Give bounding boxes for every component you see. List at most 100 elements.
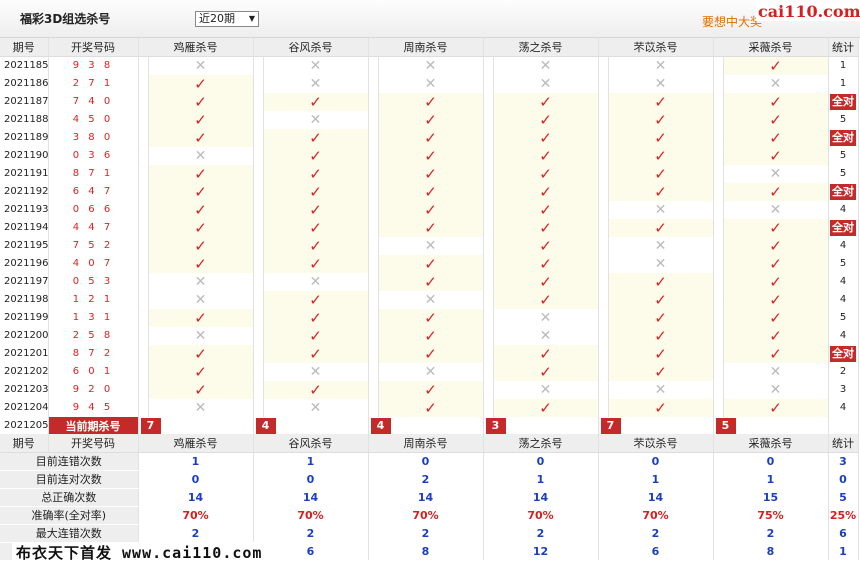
check-icon: ✓ <box>608 92 714 111</box>
kill-number-cell: 7 <box>368 308 379 327</box>
kill-number-cell: 8 <box>713 236 724 255</box>
kill-number-cell: 7 <box>713 398 724 417</box>
period-cell: 2021202 <box>0 362 49 381</box>
kill-number-cell: 7 <box>253 308 264 327</box>
check-icon: ✓ <box>148 308 254 327</box>
kill-number-cell: 4 <box>713 146 724 165</box>
kill-number-cell: 7 <box>253 380 264 399</box>
stat-cell: 全对 <box>828 92 859 111</box>
kill-number-cell: 5 <box>483 254 494 273</box>
check-icon: ✓ <box>148 362 254 381</box>
all-correct-badge: 全对 <box>830 129 856 146</box>
check-icon: ✓ <box>608 128 714 147</box>
stats-value: 2 <box>368 470 484 488</box>
draw-number-cell: 1 3 1 <box>48 308 139 327</box>
kill-number-cell: 9 <box>253 344 264 363</box>
kill-number-cell: 0 <box>253 326 264 345</box>
check-icon: ✓ <box>723 398 829 417</box>
cross-icon: ✕ <box>263 110 369 129</box>
check-icon: ✓ <box>493 200 599 219</box>
draw-number-cell: 7 5 2 <box>48 236 139 255</box>
kill-number-cell: 4 <box>598 344 609 363</box>
stat-count: 5 <box>839 258 847 269</box>
table-row: 20211964 0 72✓2✓2✓5✓0✕5✓5 <box>0 254 859 273</box>
kill-number-cell: 7 <box>253 128 264 147</box>
cross-icon: ✕ <box>148 56 254 75</box>
stat-cell: 4 <box>828 200 859 219</box>
check-icon: ✓ <box>263 218 369 237</box>
draw-number-cell: 2 7 1 <box>48 74 139 93</box>
col-header-period: 期号 <box>0 434 49 453</box>
cross-icon: ✕ <box>148 290 254 309</box>
check-icon: ✓ <box>378 308 484 327</box>
stat-count: 4 <box>839 276 847 287</box>
kill-number-cell: 6 <box>598 218 609 237</box>
kill-number-cell: 3 <box>598 290 609 309</box>
kill-number-cell: 5 <box>598 182 609 201</box>
kill-number-cell: 1 <box>368 290 379 309</box>
kill-number-cell: 5 <box>253 182 264 201</box>
cross-icon: ✕ <box>148 146 254 165</box>
kill-number-cell: 6 <box>253 290 264 309</box>
col-header-draw: 开奖号码 <box>48 434 139 453</box>
kill-number-cell: 2 <box>713 380 724 399</box>
check-icon: ✓ <box>723 326 829 345</box>
stats-value: 1 <box>483 470 599 488</box>
stat-count: 5 <box>839 168 847 179</box>
header-row: 期号 开奖号码 鸡雁杀号 谷风杀号 周南杀号 荡之杀号 芣苡杀号 采薇杀号 统计 <box>0 38 859 57</box>
kill-number-cell: 9 <box>253 164 264 183</box>
col-header-method: 谷风杀号 <box>253 434 369 453</box>
col-header-method: 荡之杀号 <box>483 38 599 57</box>
kill-number-cell: 2 <box>368 92 379 111</box>
stats-value: 70% <box>483 506 599 524</box>
promo-link[interactable]: 要想中大奖 <box>702 13 762 30</box>
kill-number-cell: 5 <box>368 218 379 237</box>
kill-number-cell: 4 <box>483 344 494 363</box>
kill-number-cell: 3 <box>138 74 149 93</box>
check-icon: ✓ <box>148 236 254 255</box>
table-row: 20212018 7 24✓9✓4✓4✓4✓5✓全对 <box>0 344 859 363</box>
kill-number-cell: 8 <box>253 56 264 75</box>
kill-number-cell: 2 <box>368 254 379 273</box>
cross-icon: ✕ <box>493 74 599 93</box>
stats-value: 0 <box>713 452 829 470</box>
cross-icon: ✕ <box>723 362 829 381</box>
col-header-period: 期号 <box>0 38 49 57</box>
kill-number-cell: 4 <box>138 128 149 147</box>
current-kill-number: 7 <box>600 417 621 434</box>
draw-number-cell: 0 3 6 <box>48 146 139 165</box>
current-kill-cell: 4 <box>253 416 369 435</box>
stat-count: 4 <box>839 330 847 341</box>
check-icon: ✓ <box>148 110 254 129</box>
cross-icon: ✕ <box>148 398 254 417</box>
kill-number-cell: 7 <box>368 236 379 255</box>
col-header-method: 谷风杀号 <box>253 38 369 57</box>
stat-count: 5 <box>839 312 847 323</box>
stats-value: 0 <box>138 470 254 488</box>
draw-number-cell: 4 4 7 <box>48 218 139 237</box>
table-row: 20211957 5 29✓3✓7✕3✓7✕8✓4 <box>0 236 859 255</box>
kill-number-cell: 9 <box>138 56 149 75</box>
kill-number-cell: 3 <box>368 398 379 417</box>
kill-number-cell: 0 <box>253 110 264 129</box>
stats-total: 6 <box>828 524 859 542</box>
kill-number-cell: 2 <box>598 380 609 399</box>
cross-icon: ✕ <box>263 272 369 291</box>
draw-number-cell: 7 4 0 <box>48 92 139 111</box>
stats-total: 5 <box>828 488 859 506</box>
period-select[interactable]: 近20期 ▼ <box>195 11 259 27</box>
period-cell: 2021204 <box>0 398 49 417</box>
draw-number-cell: 8 7 1 <box>48 164 139 183</box>
check-icon: ✓ <box>263 344 369 363</box>
check-icon: ✓ <box>263 290 369 309</box>
kill-number-cell: 4 <box>713 56 724 75</box>
check-icon: ✓ <box>493 164 599 183</box>
col-header-method: 芣苡杀号 <box>598 38 714 57</box>
kill-number-cell: 6 <box>598 110 609 129</box>
all-correct-badge: 全对 <box>830 183 856 200</box>
header-row: 期号 开奖号码 鸡雁杀号 谷风杀号 周南杀号 荡之杀号 芣苡杀号 采薇杀号 统计 <box>0 434 859 453</box>
col-header-method: 采薇杀号 <box>713 38 829 57</box>
period-cell: 2021196 <box>0 254 49 273</box>
kill-number-cell: 6 <box>483 218 494 237</box>
all-correct-badge: 全对 <box>830 93 856 110</box>
